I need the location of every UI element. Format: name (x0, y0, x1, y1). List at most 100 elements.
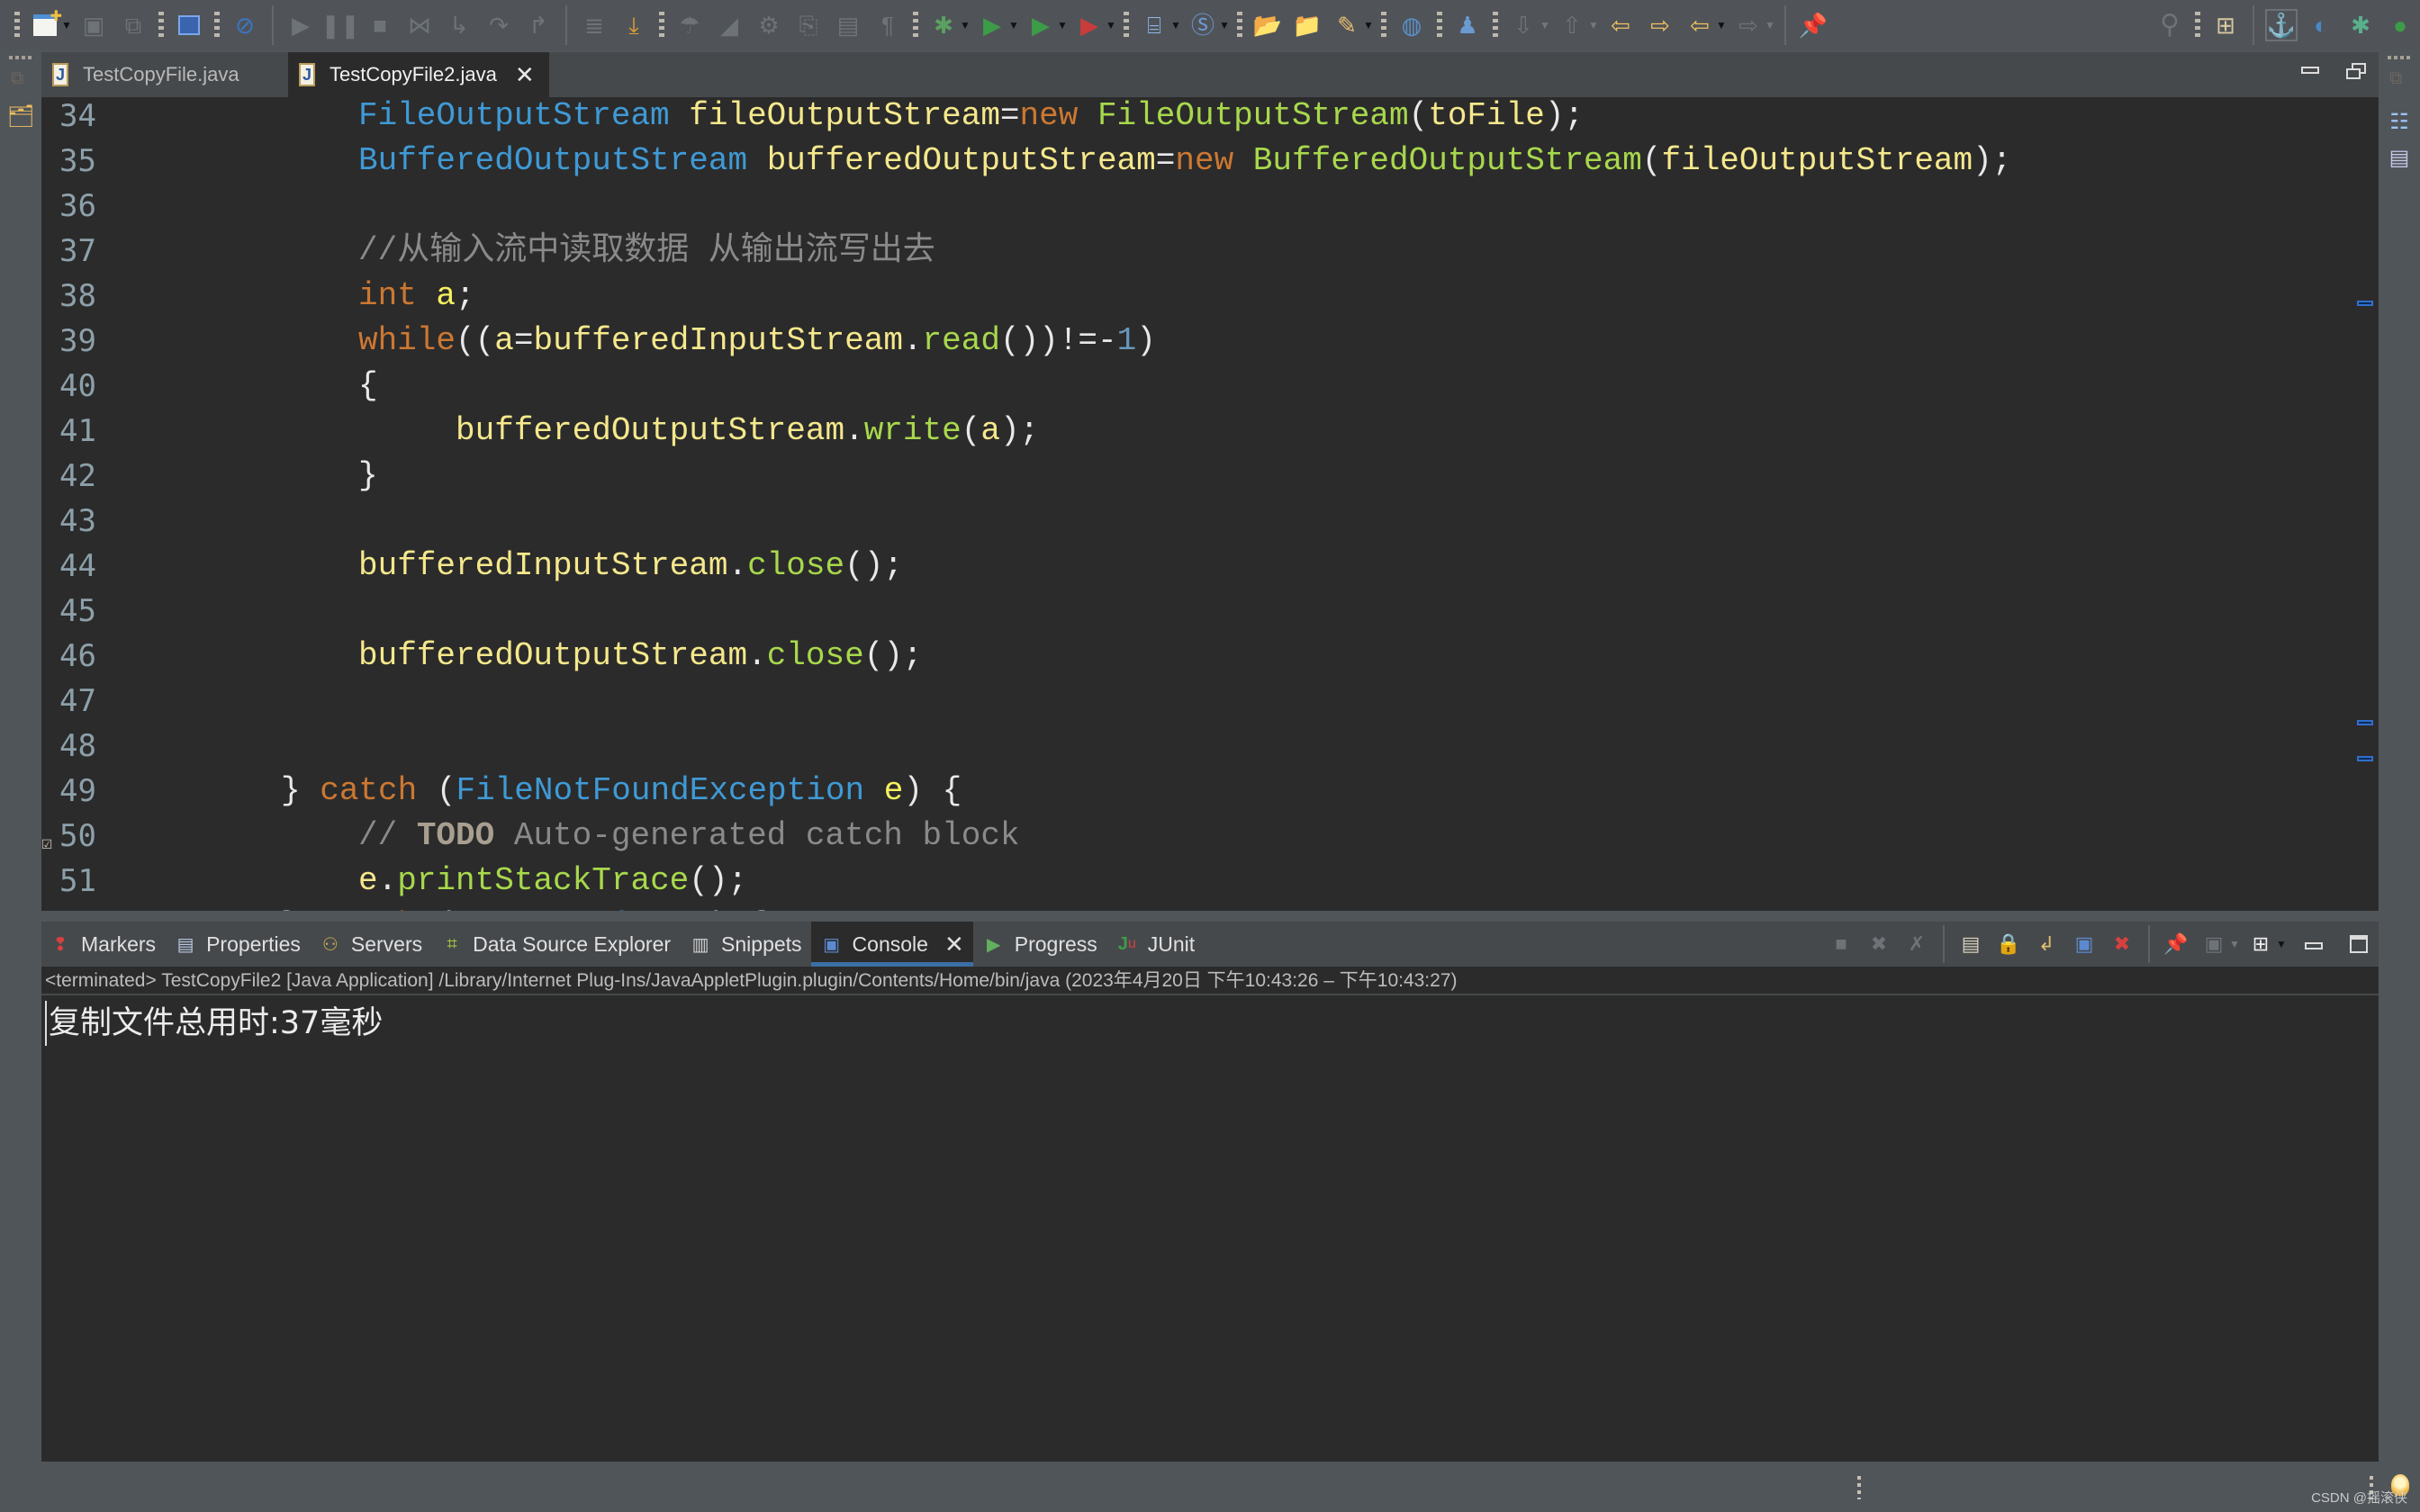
tab-junit[interactable]: Ju JUnit (1106, 922, 1204, 967)
code-line[interactable]: 48 (41, 724, 2379, 769)
task-list-icon[interactable]: ▤ (2386, 144, 2413, 171)
word-wrap-icon[interactable]: ↲ (2031, 929, 2062, 959)
code-line[interactable]: 47 (41, 679, 2379, 724)
tab-snippets[interactable]: ▥ Snippets (680, 922, 811, 967)
console-output-area[interactable]: 复制文件总用时:37毫秒 (41, 995, 2379, 1462)
java-ee-perspective-icon[interactable]: ⚓ (2265, 9, 2298, 41)
task-marker-icon[interactable]: ☑ (41, 823, 61, 855)
terminate-icon[interactable]: ■ (1826, 929, 1856, 959)
close-icon[interactable]: ✕ (515, 61, 535, 89)
code-line[interactable]: 34 FileOutputStream fileOutputStream=new … (41, 97, 2379, 139)
trim-grip[interactable] (9, 56, 32, 59)
new-wizard-dropdown[interactable]: ▼ (61, 19, 72, 32)
tab-testcopyfile2[interactable]: J TestCopyFile2.java ✕ (288, 52, 549, 97)
outline-icon[interactable]: ☷ (2386, 108, 2413, 135)
code-line[interactable]: 46 bufferedOutputStream.close(); (41, 634, 2379, 679)
tab-testcopyfile[interactable]: J TestCopyFile.java (41, 52, 288, 97)
code-line[interactable]: 36 (41, 184, 2379, 229)
run-last-tool-dropdown[interactable]: ▼ (1106, 19, 1116, 32)
panel-sash[interactable] (41, 911, 2379, 922)
previous-annotation-dropdown[interactable]: ▼ (1588, 19, 1599, 32)
tab-markers[interactable]: ❢ Markers (41, 922, 165, 967)
code-line[interactable]: 52} catch (IOException e) { (41, 904, 2379, 911)
save-all-icon[interactable]: ⧉ (117, 9, 149, 41)
previous-annotation-icon[interactable]: ⇧ (1556, 9, 1588, 41)
minimize-icon[interactable] (2301, 67, 2319, 74)
step-over-icon[interactable]: ↷ (483, 9, 515, 41)
tab-data-source-explorer[interactable]: ⌗ Data Source Explorer (431, 922, 680, 967)
search-icon[interactable]: ⚲ (2154, 9, 2186, 41)
code-line[interactable]: 51 e.printStackTrace(); (41, 859, 2379, 904)
debug-dropdown[interactable]: ▼ (960, 19, 971, 32)
open-perspective-icon[interactable]: ⊞ (2209, 9, 2242, 41)
new-wizard-icon[interactable]: ✚ (29, 9, 62, 41)
open-console-dropdown[interactable]: ▼ (2276, 938, 2287, 950)
remove-all-terminated-icon[interactable]: ✗ (1901, 929, 1932, 959)
step-return-icon[interactable]: ↱ (522, 9, 555, 41)
save-icon[interactable]: ▣ (77, 9, 110, 41)
use-step-filters-icon[interactable]: ⤓ (618, 9, 650, 41)
show-console-on-output-icon[interactable]: ▣ (2069, 929, 2099, 959)
last-edit-location-icon[interactable]: ⇦ (1604, 9, 1637, 41)
debug-icon[interactable]: ✱ (927, 9, 960, 41)
statusbar-grip[interactable] (1857, 1476, 1861, 1499)
tab-servers[interactable]: ⚇ Servers (310, 922, 431, 967)
scroll-lock-icon[interactable]: 🔒 (1993, 929, 2024, 959)
overview-annotation-marker[interactable] (2357, 301, 2373, 306)
code-editor[interactable]: 34 FileOutputStream fileOutputStream=new … (41, 97, 2379, 911)
remove-launch-icon[interactable]: ✖ (1864, 929, 1894, 959)
code-line[interactable]: 40 { (41, 364, 2379, 409)
web-perspective-icon[interactable]: ◐ (2305, 9, 2337, 41)
open-type-icon[interactable]: 📂 (1251, 9, 1284, 41)
terminate-icon[interactable]: ■ (364, 9, 396, 41)
back-icon[interactable]: ⇦ (1684, 9, 1716, 41)
restore-icon[interactable]: ⧉ (11, 68, 31, 88)
overview-annotation-marker[interactable] (2357, 756, 2373, 761)
forward-icon[interactable]: ⇨ (1732, 9, 1765, 41)
toggle-java-exception-icon[interactable]: ☂ (673, 9, 706, 41)
new-java-class-dropdown[interactable]: ▼ (1219, 19, 1230, 32)
code-line[interactable]: 38 int a; (41, 274, 2379, 319)
pin-console-icon[interactable]: 📌 (2161, 929, 2191, 959)
display-console-dropdown[interactable]: ▼ (2229, 938, 2240, 950)
run-dropdown[interactable]: ▼ (1008, 19, 1019, 32)
package-explorer-icon[interactable]: 🗂 (7, 103, 34, 130)
toggle-block-selection-icon[interactable]: ⚙ (753, 9, 785, 41)
code-line[interactable]: 37 //从输入流中读取数据 从输出流写出去 (41, 229, 2379, 274)
tab-properties[interactable]: ▤ Properties (165, 922, 310, 967)
new-java-package-dropdown[interactable]: ▼ (1170, 19, 1181, 32)
restore-icon[interactable]: ⧉ (2389, 68, 2409, 88)
java-perspective-icon[interactable]: ● (2384, 9, 2416, 41)
show-console-on-error-icon[interactable]: ✖ (2107, 929, 2137, 959)
open-web-browser-icon[interactable]: ◍ (1395, 9, 1428, 41)
disconnect-icon[interactable]: ⋈ (403, 9, 436, 41)
maximize-icon[interactable] (2346, 63, 2366, 79)
code-line[interactable]: 42} (41, 454, 2379, 499)
overview-annotation-marker[interactable] (2357, 720, 2373, 725)
tab-progress[interactable]: ▶ Progress (973, 922, 1106, 967)
search-pen-icon[interactable]: ✎ (1331, 9, 1363, 41)
next-annotation-dropdown[interactable]: ▼ (1540, 19, 1550, 32)
coverage-icon[interactable]: ▶ (1025, 9, 1057, 41)
overview-ruler[interactable] (2352, 97, 2379, 911)
clear-console-icon[interactable]: ▤ (1955, 929, 1986, 959)
step-into-icon[interactable]: ↳ (443, 9, 475, 41)
next-annotation-icon[interactable]: ⇩ (1507, 9, 1540, 41)
close-icon[interactable]: ✕ (944, 931, 964, 958)
open-console-icon[interactable]: ⊞ (2245, 929, 2276, 959)
new-java-package-icon[interactable]: ⌸ (1138, 9, 1170, 41)
open-perspective-web-icon[interactable]: ♟ (1451, 9, 1484, 41)
toggle-mark-occurrences-icon[interactable]: ◢ (713, 9, 745, 41)
code-line[interactable]: 41 bufferedOutputStream.write(a); (41, 409, 2379, 454)
debug-perspective-icon[interactable]: ✱ (2344, 9, 2377, 41)
toolbar-grip[interactable] (14, 12, 20, 39)
coverage-dropdown[interactable]: ▼ (1057, 19, 1068, 32)
maximize-icon[interactable] (2350, 935, 2368, 953)
forward-dropdown[interactable]: ▼ (1765, 19, 1775, 32)
code-line[interactable]: 44 bufferedInputStream.close(); (41, 544, 2379, 589)
code-line[interactable]: 35 BufferedOutputStream bufferedOutputStr… (41, 139, 2379, 184)
resume-icon[interactable]: ▶ (284, 9, 317, 41)
last-edit-forward-icon[interactable]: ⇨ (1644, 9, 1676, 41)
minimize-icon[interactable] (2305, 942, 2323, 950)
open-task-icon[interactable]: 📁 (1291, 9, 1323, 41)
